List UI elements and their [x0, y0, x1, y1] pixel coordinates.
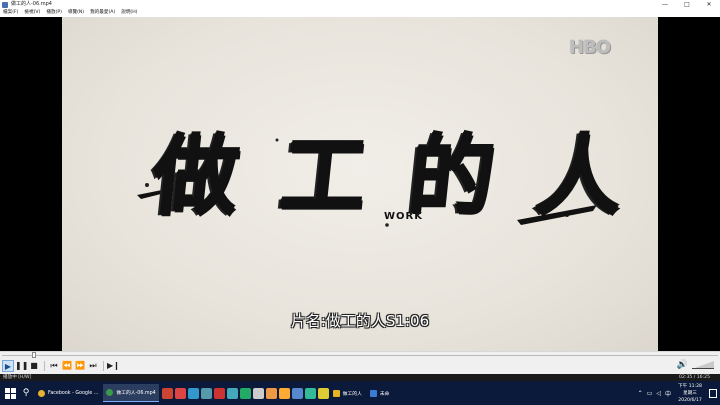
- windows-logo-icon: [4, 387, 10, 393]
- menu-help[interactable]: 說明(H): [121, 9, 137, 17]
- volume-level: [692, 368, 714, 369]
- pinned-app-icon[interactable]: [291, 387, 303, 399]
- start-button[interactable]: [3, 386, 17, 400]
- pinned-app-icon[interactable]: [213, 387, 225, 399]
- minimize-button[interactable]: —: [654, 0, 676, 9]
- window-title: 做工的人-06.mp4: [11, 1, 52, 7]
- pinned-app-icon[interactable]: [174, 387, 186, 399]
- taskbar-item-label: 做工的人-06.mp4: [116, 391, 156, 396]
- pinned-app-icon[interactable]: [304, 387, 316, 399]
- notification-icon[interactable]: [709, 388, 717, 398]
- title-english: WORK: [384, 211, 423, 222]
- rewind-button[interactable]: ⏪: [61, 360, 73, 372]
- volume-tray-icon[interactable]: ◁: [656, 390, 661, 397]
- taskbar-item-folder[interactable]: 做工的人: [330, 384, 365, 402]
- pinned-app-icon[interactable]: [239, 387, 251, 399]
- clock-date: 2020/6/17: [678, 397, 702, 403]
- clock-weekday: 星期三: [683, 390, 697, 396]
- volume-control: 🔊: [677, 360, 714, 370]
- subtitle-text: 片名:做工的人S1:06: [290, 312, 430, 330]
- search-icon[interactable]: ⚲: [17, 388, 35, 398]
- pinned-app-icon[interactable]: [278, 387, 290, 399]
- next-button[interactable]: ⏭: [87, 360, 99, 372]
- menu-favorites[interactable]: 我的最愛(A): [90, 9, 115, 17]
- seek-bar[interactable]: [0, 351, 720, 358]
- pinned-app-icon[interactable]: [187, 387, 199, 399]
- network-icon[interactable]: ▭: [647, 390, 653, 397]
- maximize-button[interactable]: □: [676, 0, 698, 9]
- chrome-icon: [38, 389, 45, 397]
- pinned-apps: [161, 387, 330, 399]
- pause-button[interactable]: ❚❚: [15, 360, 28, 372]
- document-icon: [369, 389, 377, 397]
- stop-button[interactable]: ■: [28, 360, 40, 372]
- tray-chevron-icon[interactable]: ⌃: [638, 390, 643, 397]
- media-player-window: 做工的人-06.mp4 — □ ✕ 檔案(F) 檢視(V) 播放(P) 導覽(N…: [0, 0, 720, 405]
- pinned-app-icon[interactable]: [200, 387, 212, 399]
- menu-view[interactable]: 檢視(V): [24, 9, 40, 17]
- windows-logo-icon: [10, 393, 16, 399]
- menu-play[interactable]: 播放(P): [46, 9, 62, 17]
- taskbar-item-untitled[interactable]: 未命: [367, 384, 393, 402]
- folder-icon: [332, 389, 340, 397]
- frame-step-button[interactable]: ▶❙: [107, 360, 120, 372]
- video-area[interactable]: HBO 做 工 的 人 WORK 片名:做工的人S1:06: [0, 17, 720, 351]
- player-icon: [106, 389, 114, 396]
- clock[interactable]: 下午 11:28 星期三 2020/6/17: [675, 383, 705, 404]
- taskbar-item-label: 做工的人: [342, 391, 362, 397]
- input-language[interactable]: 中: [665, 389, 671, 398]
- video-frame: HBO 做 工 的 人 WORK 片名:做工的人S1:06: [62, 17, 658, 351]
- previous-button[interactable]: ⏮: [48, 360, 60, 372]
- title-char: 人: [530, 126, 628, 227]
- taskbar-item-label: 未命: [379, 391, 390, 397]
- menu-navigate[interactable]: 導覽(N): [68, 9, 84, 17]
- speaker-icon[interactable]: 🔊: [677, 360, 688, 370]
- taskbar-item-facebook[interactable]: Facebook - Google ...: [35, 384, 101, 402]
- fast-forward-button[interactable]: ⏩: [74, 360, 86, 372]
- status-bar: 播放中 [H/W] 02:35 / 16:25: [0, 374, 720, 381]
- seek-track[interactable]: [2, 355, 718, 356]
- title-bar[interactable]: 做工的人-06.mp4 — □ ✕: [0, 0, 720, 9]
- play-button[interactable]: ▶: [2, 360, 14, 372]
- title-char: 工: [274, 126, 372, 227]
- close-button[interactable]: ✕: [698, 0, 720, 9]
- playback-status: 播放中 [H/W]: [3, 375, 32, 380]
- app-icon: [2, 1, 8, 8]
- menu-file[interactable]: 檔案(F): [3, 9, 18, 17]
- pinned-app-icon[interactable]: [265, 387, 277, 399]
- taskbar-item-label: Facebook - Google ...: [48, 390, 99, 396]
- player-controls: ▶ ❚❚ ■ ⏮ ⏪ ⏩ ⏭ ▶❙ 🔊: [0, 358, 720, 374]
- title-char: 做: [146, 126, 244, 227]
- volume-slider[interactable]: [692, 361, 714, 369]
- clock-time: 下午 11:28: [678, 383, 702, 389]
- time-display: 02:35 / 16:25: [679, 375, 710, 380]
- control-divider: [44, 361, 45, 371]
- pinned-app-icon[interactable]: [317, 387, 329, 399]
- menu-bar: 檔案(F) 檢視(V) 播放(P) 導覽(N) 我的最愛(A) 說明(H): [0, 9, 720, 17]
- windows-logo-icon: [4, 393, 10, 399]
- pinned-app-icon[interactable]: [252, 387, 264, 399]
- system-tray: ⌃ ▭ ◁ 中 下午 11:28 星期三 2020/6/17: [638, 381, 720, 405]
- control-divider: [103, 361, 104, 371]
- pinned-app-icon[interactable]: [161, 387, 173, 399]
- windows-logo-icon: [10, 387, 16, 393]
- windows-taskbar: ⚲ Facebook - Google ... 做工的人-06.mp4 做工的人…: [0, 381, 720, 405]
- hbo-watermark: HBO: [569, 37, 611, 58]
- taskbar-item-player[interactable]: 做工的人-06.mp4: [103, 384, 159, 402]
- pinned-app-icon[interactable]: [226, 387, 238, 399]
- window-controls: — □ ✕: [654, 0, 720, 9]
